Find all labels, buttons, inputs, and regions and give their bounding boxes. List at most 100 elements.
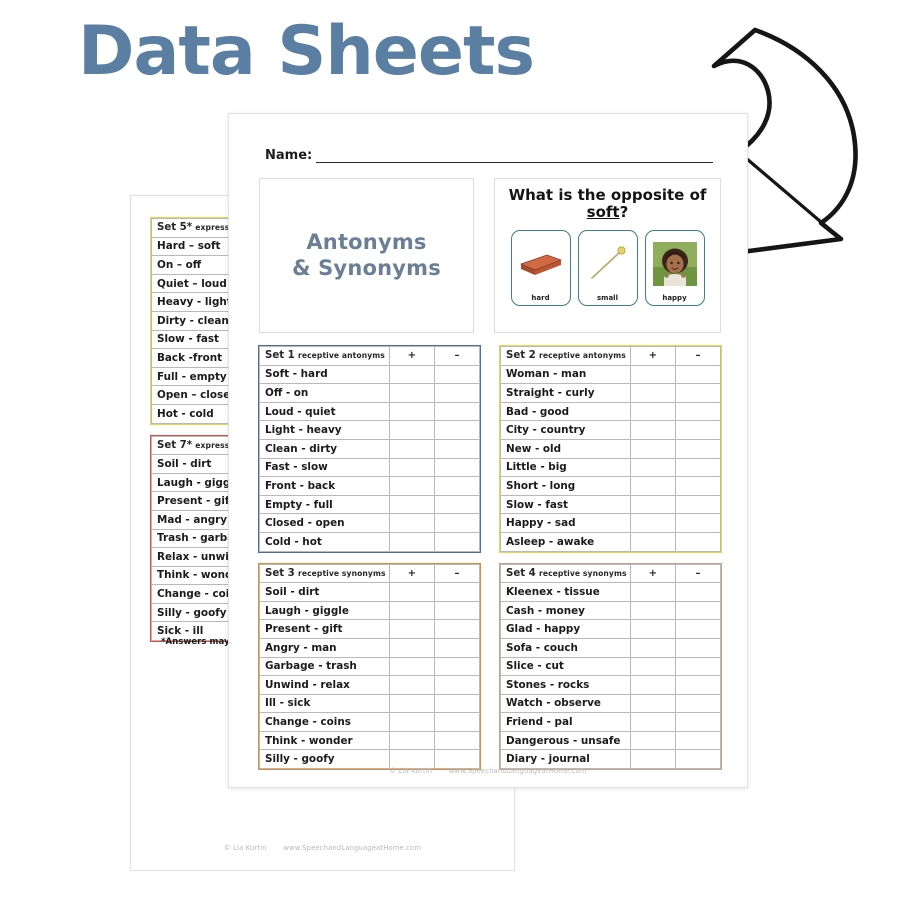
plus-cell[interactable] — [388, 513, 435, 533]
minus-cell[interactable] — [433, 438, 481, 459]
word-pair-cell: Ill - sick — [259, 693, 390, 714]
table-set-4: Set 4 receptive synonyms + – Kleenex - t… — [499, 563, 722, 770]
minus-cell[interactable] — [433, 494, 481, 515]
minus-cell[interactable] — [433, 420, 481, 440]
minus-cell[interactable] — [674, 637, 722, 658]
minus-cell[interactable] — [674, 476, 722, 496]
plus-column-header: + — [388, 563, 435, 584]
minus-cell[interactable] — [433, 383, 481, 403]
plus-cell[interactable] — [629, 513, 676, 533]
plus-cell[interactable] — [629, 457, 676, 478]
word-pair-cell: Glad - happy — [500, 619, 631, 639]
plus-cell[interactable] — [388, 494, 435, 515]
minus-cell[interactable] — [433, 582, 481, 602]
answer-card-happy[interactable]: happy — [644, 229, 705, 306]
plus-cell[interactable] — [629, 531, 676, 552]
plus-cell[interactable] — [629, 600, 676, 621]
plus-cell[interactable] — [388, 438, 435, 459]
plus-cell[interactable] — [629, 675, 676, 695]
minus-cell[interactable] — [674, 712, 722, 732]
minus-cell[interactable] — [433, 730, 481, 751]
table-row: Dangerous - unsafe — [500, 730, 722, 751]
plus-cell[interactable] — [629, 582, 676, 602]
plus-cell[interactable] — [629, 364, 676, 385]
name-input-line[interactable] — [316, 151, 713, 163]
table-header-row: Set 1 receptive antonyms + – — [259, 346, 481, 366]
minus-cell[interactable] — [433, 401, 481, 422]
minus-cell[interactable] — [433, 513, 481, 533]
minus-cell[interactable] — [433, 364, 481, 385]
word-pair-cell: Bad - good — [500, 401, 631, 422]
word-pair-cell: Laugh - giggle — [259, 600, 390, 621]
minus-cell[interactable] — [433, 457, 481, 478]
minus-cell[interactable] — [674, 401, 722, 422]
plus-cell[interactable] — [629, 656, 676, 677]
plus-cell[interactable] — [388, 675, 435, 695]
plus-cell[interactable] — [629, 420, 676, 440]
minus-cell[interactable] — [674, 693, 722, 714]
plus-cell[interactable] — [388, 749, 435, 770]
minus-cell[interactable] — [674, 730, 722, 751]
plus-cell[interactable] — [629, 730, 676, 751]
plus-cell[interactable] — [388, 457, 435, 478]
minus-cell[interactable] — [674, 383, 722, 403]
plus-cell[interactable] — [388, 712, 435, 732]
plus-cell[interactable] — [629, 637, 676, 658]
minus-cell[interactable] — [433, 600, 481, 621]
word-pair-cell: Short - long — [500, 476, 631, 496]
plus-cell[interactable] — [629, 494, 676, 515]
plus-cell[interactable] — [388, 383, 435, 403]
plus-cell[interactable] — [629, 401, 676, 422]
table-row: Stones - rocks — [500, 675, 722, 695]
plus-cell[interactable] — [388, 693, 435, 714]
plus-cell[interactable] — [388, 420, 435, 440]
plus-cell[interactable] — [388, 637, 435, 658]
minus-cell[interactable] — [433, 637, 481, 658]
minus-cell[interactable] — [674, 749, 722, 770]
table-row: Present - gift — [259, 619, 481, 639]
minus-cell[interactable] — [674, 600, 722, 621]
minus-cell[interactable] — [433, 476, 481, 496]
minus-cell[interactable] — [433, 749, 481, 770]
minus-cell[interactable] — [433, 675, 481, 695]
minus-cell[interactable] — [674, 438, 722, 459]
plus-cell[interactable] — [388, 730, 435, 751]
word-pair-cell: Little - big — [500, 457, 631, 478]
minus-cell[interactable] — [433, 693, 481, 714]
minus-cell[interactable] — [433, 531, 481, 552]
answer-card-hard[interactable]: hard — [510, 229, 571, 306]
minus-cell[interactable] — [674, 675, 722, 695]
minus-cell[interactable] — [433, 712, 481, 732]
plus-cell[interactable] — [388, 364, 435, 385]
plus-cell[interactable] — [629, 693, 676, 714]
minus-cell[interactable] — [674, 457, 722, 478]
plus-cell[interactable] — [388, 600, 435, 621]
plus-cell[interactable] — [629, 383, 676, 403]
table-row: Unwind - relax — [259, 675, 481, 695]
word-pair-cell: Watch - observe — [500, 693, 631, 714]
plus-cell[interactable] — [629, 749, 676, 770]
worksheet-title-box: Antonyms & Synonyms — [259, 178, 474, 333]
minus-cell[interactable] — [674, 656, 722, 677]
minus-cell[interactable] — [674, 513, 722, 533]
plus-cell[interactable] — [629, 476, 676, 496]
plus-cell[interactable] — [629, 712, 676, 732]
minus-cell[interactable] — [674, 531, 722, 552]
minus-cell[interactable] — [674, 364, 722, 385]
plus-cell[interactable] — [388, 476, 435, 496]
plus-cell[interactable] — [388, 619, 435, 639]
table-row: New - old — [500, 438, 722, 459]
minus-cell[interactable] — [433, 656, 481, 677]
plus-cell[interactable] — [388, 656, 435, 677]
plus-cell[interactable] — [388, 401, 435, 422]
plus-cell[interactable] — [388, 582, 435, 602]
plus-cell[interactable] — [388, 531, 435, 552]
answer-card-small[interactable]: small — [577, 229, 638, 306]
plus-cell[interactable] — [629, 438, 676, 459]
minus-cell[interactable] — [674, 420, 722, 440]
minus-cell[interactable] — [674, 494, 722, 515]
minus-cell[interactable] — [433, 619, 481, 639]
minus-cell[interactable] — [674, 582, 722, 602]
minus-cell[interactable] — [674, 619, 722, 639]
plus-cell[interactable] — [629, 619, 676, 639]
